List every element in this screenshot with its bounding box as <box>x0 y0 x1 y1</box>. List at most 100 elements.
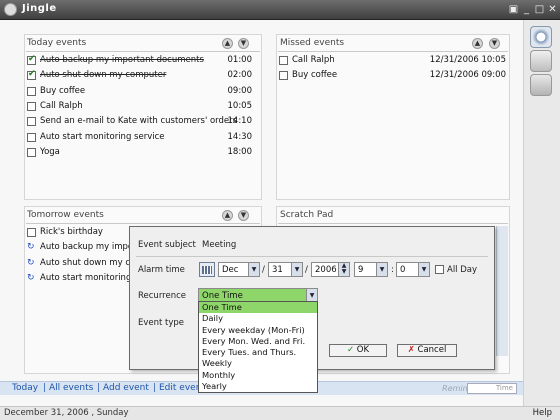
dropdown-option[interactable]: Every weekday (Mon-Fri) <box>199 325 317 336</box>
event-checkbox[interactable] <box>27 54 36 65</box>
status-date: December 31, 2006 , Sunday <box>4 408 129 418</box>
event-text: Auto start monitoring s <box>40 272 136 283</box>
all-day-checkbox[interactable] <box>435 265 444 274</box>
ok-button[interactable]: ✓ OK <box>329 344 387 357</box>
event-text: Rick's birthday <box>40 227 103 237</box>
nav-separator: | <box>153 383 156 393</box>
event-subject-value[interactable]: Meeting <box>202 240 236 250</box>
event-time: 14:30 <box>227 131 253 142</box>
list-item: Auto backup my important documents 01:00 <box>26 53 260 68</box>
tomorrow-events-title: Tomorrow events <box>27 210 104 220</box>
event-text: Auto start monitoring service <box>40 131 165 142</box>
scroll-up-icon[interactable]: ▲ <box>222 38 233 49</box>
list-item: Buy coffee 09:00 <box>26 84 260 99</box>
time-box[interactable]: Time <box>467 383 517 394</box>
lock-icon[interactable]: ▣ <box>508 4 519 15</box>
dropdown-option[interactable]: Monthly <box>199 370 317 381</box>
calendar-icon[interactable] <box>199 262 215 277</box>
event-checkbox[interactable] <box>279 71 288 81</box>
maximize-icon[interactable]: □ <box>534 4 545 15</box>
spin-icon: ▲ ▼ <box>338 263 349 276</box>
nav-all-events-link[interactable]: All events <box>49 383 93 393</box>
cross-icon: ✗ <box>407 345 415 355</box>
minute-select[interactable]: 0 ▼ <box>396 262 430 277</box>
list-item: Auto shut down my computer 02:00 <box>26 68 260 83</box>
scroll-up-icon[interactable]: ▲ <box>472 38 483 49</box>
event-subject-label: Event subject <box>138 240 196 250</box>
scratch-pad-title: Scratch Pad <box>280 210 334 220</box>
today-events-title: Today events <box>27 38 87 48</box>
help-link[interactable]: Help <box>533 408 552 418</box>
scroll-down-icon[interactable]: ▼ <box>489 38 500 49</box>
event-text: Yoga <box>40 146 60 157</box>
app-title: Jingle <box>22 3 57 14</box>
chevron-down-icon: ▼ <box>376 263 387 276</box>
settings-icon[interactable] <box>530 74 552 96</box>
chevron-down-icon: ▼ <box>418 263 429 276</box>
dropdown-option[interactable]: Daily <box>199 313 317 324</box>
event-time: 14:10 <box>227 116 253 127</box>
event-time: 12/31/2006 09:00 <box>429 70 506 81</box>
hour-select[interactable]: 9 ▼ <box>354 262 388 277</box>
event-checkbox[interactable] <box>27 228 36 237</box>
year-input[interactable]: 2006 ▲ ▼ <box>311 262 350 277</box>
scroll-down-icon[interactable]: ▼ <box>238 210 249 221</box>
notes-icon[interactable] <box>530 50 552 72</box>
event-checkbox[interactable] <box>27 86 36 96</box>
nav-today-link[interactable]: Today <box>12 383 38 393</box>
missed-events-title: Missed events <box>280 38 345 48</box>
all-day-label: All Day <box>447 265 478 275</box>
date-separator: / <box>305 265 308 275</box>
time-separator: : <box>391 265 394 275</box>
scroll-down-icon[interactable]: ▼ <box>238 38 249 49</box>
event-type-label: Event type <box>138 318 185 328</box>
title-bar: Jingle ▣ _ □ ✕ <box>0 0 560 20</box>
event-checkbox[interactable] <box>27 69 36 81</box>
event-checkbox[interactable] <box>27 147 36 157</box>
month-select[interactable]: Dec ▼ <box>218 262 260 277</box>
clock-icon[interactable] <box>530 26 552 48</box>
minimize-icon[interactable]: _ <box>521 4 532 15</box>
list-item: ↻ Auto shut down my co <box>26 256 136 271</box>
dropdown-option[interactable]: One Time <box>199 302 317 314</box>
dropdown-option[interactable]: Yearly <box>199 381 317 392</box>
event-text: Buy coffee <box>40 85 86 96</box>
scratch-pad-scrollbar[interactable] <box>496 226 508 356</box>
close-icon[interactable]: ✕ <box>547 4 558 15</box>
event-text: Auto backup my important documents <box>40 55 204 65</box>
event-text: Auto shut down my co <box>40 257 136 268</box>
dropdown-option[interactable]: Every Mon. Wed. and Fri. <box>199 336 317 347</box>
nav-separator: | <box>97 383 100 393</box>
event-time: 18:00 <box>227 146 253 157</box>
list-item: Call Ralph 10:05 <box>26 99 260 114</box>
divider <box>278 223 508 224</box>
event-checkbox[interactable] <box>27 117 36 127</box>
tomorrow-events-list: Rick's birthday ↻ Auto backup my import ↻ Au… <box>26 225 136 287</box>
list-item: Buy coffee 12/31/2006 09:00 <box>278 68 508 83</box>
status-bar: December 31, 2006 , Sunday Help <box>0 406 560 420</box>
event-time: 10:05 <box>227 100 253 111</box>
event-checkbox[interactable] <box>27 101 36 111</box>
missed-events-list: Call Ralph 12/31/2006 10:05 Buy coffee 12/3… <box>278 53 508 93</box>
event-text: Buy coffee <box>292 70 338 81</box>
day-select[interactable]: 31 ▼ <box>268 262 303 277</box>
today-events-list: Auto backup my important documents01:00A… <box>26 53 260 163</box>
dropdown-option[interactable]: Weekly <box>199 358 317 369</box>
dropdown-option[interactable]: Every Tues. and Thurs. <box>199 347 317 358</box>
event-time: 01:00 <box>227 55 253 65</box>
recurrence-dropdown-list: One Time Daily Every weekday (Mon-Fri) Ever… <box>198 301 318 393</box>
cancel-button[interactable]: ✗ Cancel <box>397 344 457 357</box>
list-item: Rick's birthday <box>26 225 136 240</box>
check-icon: ✓ <box>346 345 355 355</box>
event-checkbox[interactable] <box>27 132 36 142</box>
event-text: Call Ralph <box>40 100 83 111</box>
recurrence-label: Recurrence <box>138 291 186 301</box>
recurring-icon: ↻ <box>27 257 35 268</box>
divider <box>26 51 260 52</box>
event-checkbox[interactable] <box>279 56 288 65</box>
scroll-up-icon[interactable]: ▲ <box>222 210 233 221</box>
list-item: Auto start monitoring service 14:30 <box>26 130 260 145</box>
recurring-icon: ↻ <box>27 242 35 253</box>
nav-add-event-link[interactable]: Add event <box>103 383 149 393</box>
event-time: 02:00 <box>227 70 253 81</box>
